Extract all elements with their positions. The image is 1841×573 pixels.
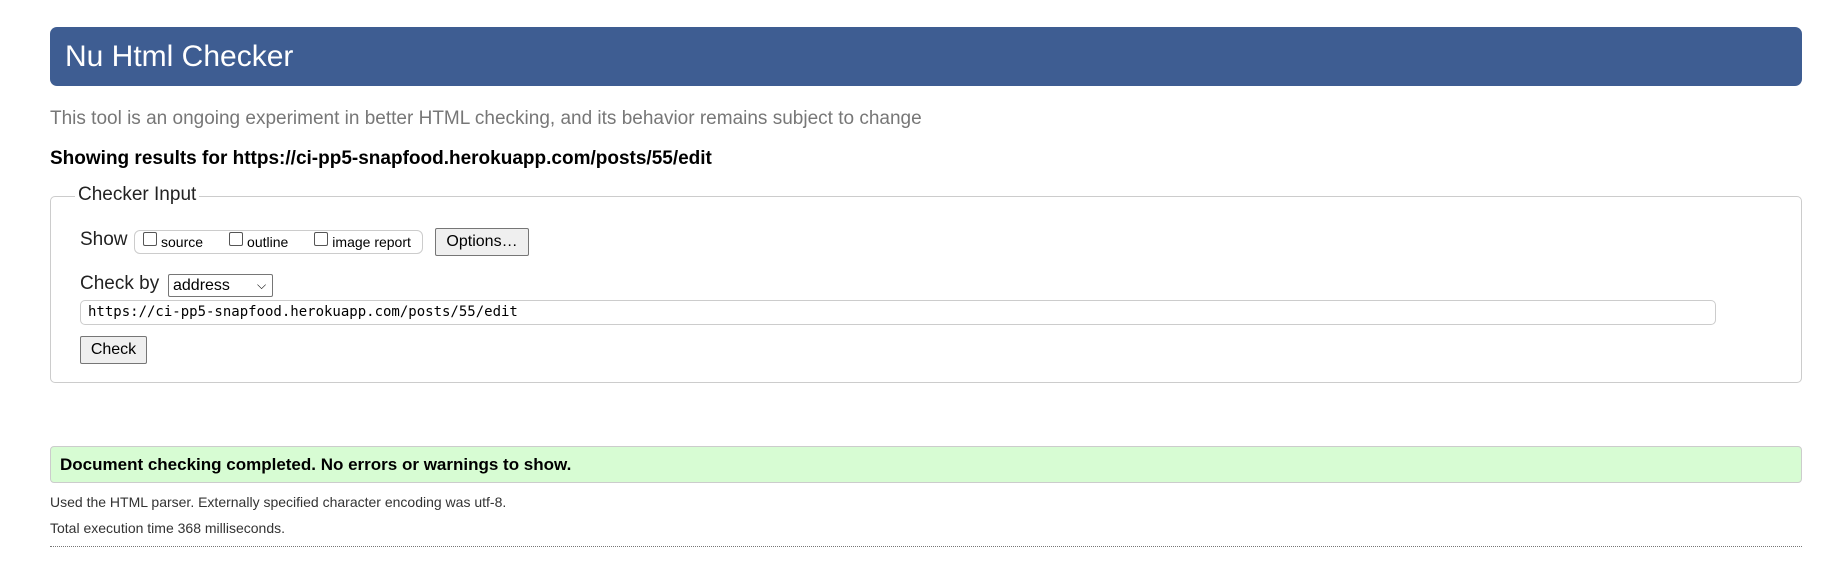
- success-message: Document checking completed. No errors o…: [50, 446, 1802, 483]
- chevron-down-icon: ⌵: [256, 278, 266, 292]
- checkbox-label: outline: [247, 234, 289, 250]
- page-title: Nu Html Checker: [65, 40, 294, 73]
- parser-info: Used the HTML parser. Externally specifi…: [50, 494, 507, 510]
- checker-input-fieldset: [50, 196, 1802, 383]
- checkbox-label: image report: [332, 234, 411, 250]
- divider: [50, 546, 1802, 547]
- options-button[interactable]: Options…: [435, 228, 529, 256]
- results-heading: Showing results for https://ci-pp5-snapf…: [50, 148, 712, 169]
- show-source-checkbox[interactable]: source: [143, 232, 204, 250]
- checkbox-icon[interactable]: [314, 232, 329, 246]
- select-value: address: [173, 277, 230, 294]
- show-options-group: source outline image report: [134, 230, 423, 254]
- checkbox-label: source: [161, 234, 204, 250]
- url-input[interactable]: https://ci-pp5-snapfood.herokuapp.com/po…: [80, 300, 1716, 325]
- checkbox-icon[interactable]: [229, 232, 244, 246]
- execution-time: Total execution time 368 milliseconds.: [50, 520, 286, 536]
- checkbox-icon[interactable]: [143, 232, 157, 246]
- check-by-label: Check by: [80, 273, 160, 294]
- fieldset-legend: Checker Input: [75, 184, 200, 206]
- check-button[interactable]: Check: [80, 336, 147, 364]
- page-header: Nu Html Checker: [50, 27, 1802, 86]
- show-outline-checkbox[interactable]: outline: [229, 232, 289, 250]
- show-label: Show: [80, 229, 128, 250]
- show-image-report-checkbox[interactable]: image report: [314, 232, 411, 250]
- check-by-select[interactable]: address ⌵: [168, 274, 273, 297]
- subtitle: This tool is an ongoing experiment in be…: [50, 108, 922, 129]
